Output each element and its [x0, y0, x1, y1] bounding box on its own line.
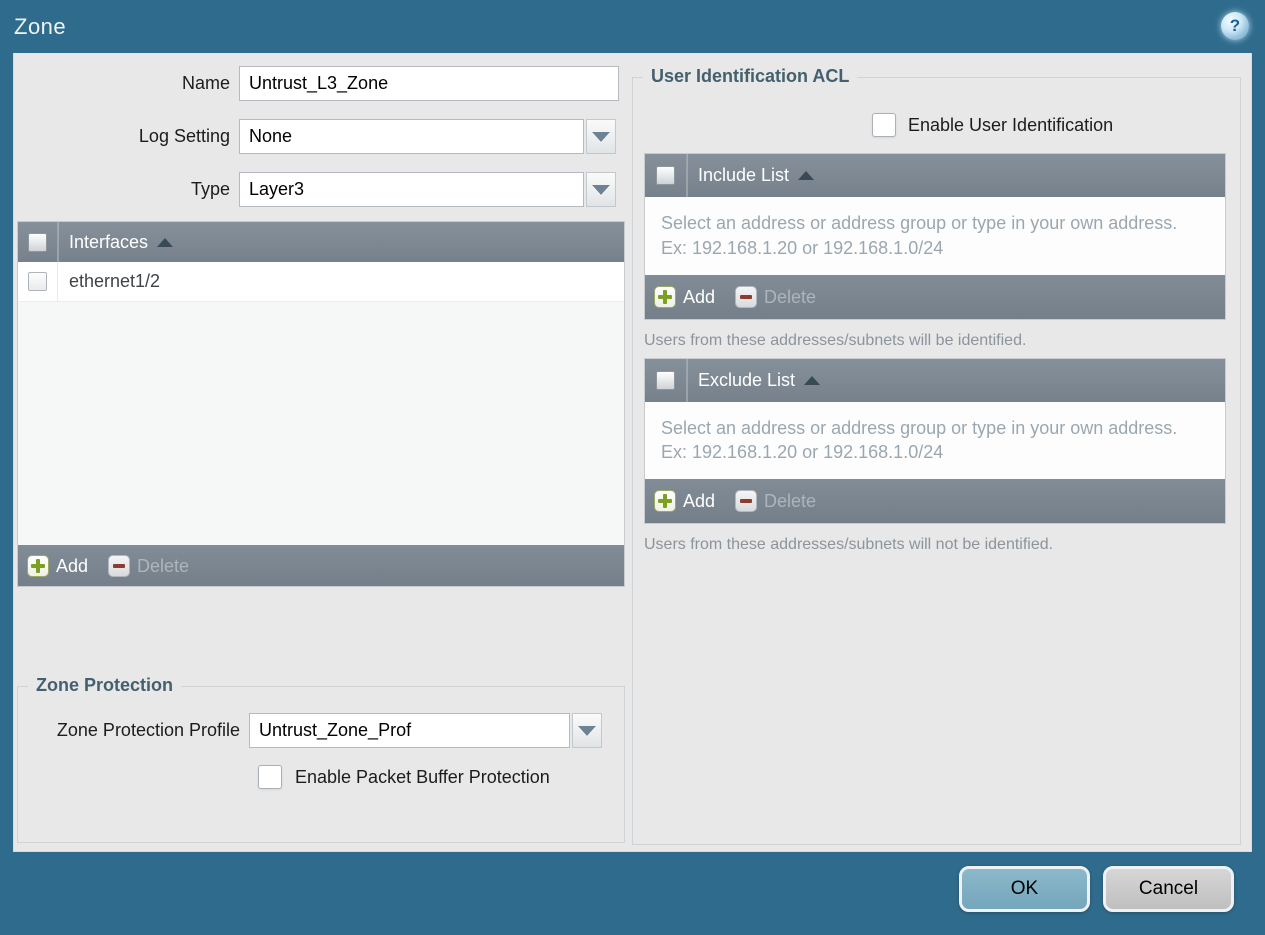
interfaces-select-all-checkbox[interactable] — [28, 232, 47, 252]
interfaces-add-button[interactable]: Add — [27, 554, 88, 577]
include-list-add-button[interactable]: Add — [654, 285, 715, 308]
zone-protection-profile-label: Zone Protection Profile — [56, 720, 240, 740]
interface-name: ethernet1/2 — [69, 271, 161, 291]
include-list-delete-button[interactable]: Delete — [735, 285, 816, 308]
interfaces-table-footer: Add Delete — [18, 545, 624, 586]
add-icon — [27, 554, 49, 577]
enable-user-identification-label: Enable User Identification — [908, 114, 1114, 135]
exclude-list-placeholder: Select an address or address group or ty… — [661, 417, 1178, 463]
include-list-caption: Users from these addresses/subnets will … — [644, 331, 1027, 349]
zone-protection-legend: Zone Protection — [28, 675, 182, 696]
interfaces-table-empty-area — [18, 302, 624, 545]
include-list-placeholder: Select an address or address group or ty… — [661, 213, 1178, 258]
type-dropdown[interactable]: Layer3 — [239, 172, 616, 207]
type-label: Type — [190, 179, 230, 199]
exclude-list-header: Exclude List — [645, 358, 1225, 402]
include-list-header: Include List — [645, 154, 1225, 197]
enable-user-identification-row: Enable User Identification — [644, 112, 1229, 138]
delete-icon — [735, 285, 758, 308]
user-identification-section: User Identification ACL Enable User Iden… — [632, 66, 1241, 845]
include-list-header-label: Include List — [698, 165, 790, 185]
delete-icon — [108, 554, 131, 577]
interfaces-column-header[interactable]: Interfaces — [58, 231, 174, 253]
include-list-table: Include List Select an address or addres… — [644, 153, 1226, 320]
interfaces-table-header: Interfaces — [18, 222, 624, 262]
include-list-body: Select an address or address group or ty… — [645, 197, 1225, 275]
interfaces-table: Interfaces ethernet1/2 Add Delete — [17, 221, 625, 587]
exclude-list-column-header[interactable]: Exclude List — [687, 369, 821, 391]
user-identification-legend: User Identification ACL — [643, 66, 858, 87]
include-list-column-header[interactable]: Include List — [687, 165, 815, 186]
exclude-list-footer: Add Delete — [645, 479, 1225, 524]
dialog-footer: OK Cancel — [959, 866, 1234, 912]
type-dropdown-button[interactable] — [586, 172, 616, 207]
interfaces-delete-button[interactable]: Delete — [108, 554, 189, 577]
type-row: Type Layer3 — [17, 172, 625, 207]
add-icon — [654, 490, 676, 513]
exclude-list-header-label: Exclude List — [698, 369, 796, 390]
interfaces-table-body: ethernet1/2 — [18, 262, 624, 545]
dialog-body: Name Log Setting None Type Layer3 — [13, 53, 1252, 852]
zone-dialog: Zone ? Name Log Setting None Type — [0, 0, 1265, 935]
exclude-list-table: Exclude List Select an address or addres… — [644, 357, 1226, 525]
exclude-list-body: Select an address or address group or ty… — [645, 401, 1225, 480]
help-icon[interactable]: ? — [1221, 12, 1249, 40]
zone-protection-profile-value[interactable]: Untrust_Zone_Prof — [249, 713, 570, 748]
dialog-title: Zone — [14, 13, 67, 39]
log-setting-label: Log Setting — [138, 126, 230, 146]
name-row: Name — [17, 66, 625, 101]
sort-asc-icon — [157, 237, 174, 247]
log-setting-dropdown-button[interactable] — [586, 119, 616, 154]
include-list-footer: Add Delete — [645, 274, 1225, 319]
zone-protection-profile-dropdown-button[interactable] — [572, 713, 602, 748]
log-setting-row: Log Setting None — [17, 119, 625, 154]
exclude-list-add-button[interactable]: Add — [654, 490, 715, 513]
exclude-list-select-all-checkbox[interactable] — [656, 370, 675, 390]
interface-row-checkbox[interactable] — [28, 272, 47, 291]
dialog-titlebar: Zone — [0, 0, 1265, 53]
ok-button[interactable]: OK — [959, 866, 1090, 912]
packet-buffer-checkbox[interactable] — [258, 765, 282, 789]
log-setting-value[interactable]: None — [239, 119, 584, 154]
add-icon — [654, 285, 676, 308]
cancel-button[interactable]: Cancel — [1103, 866, 1234, 912]
name-label: Name — [181, 73, 230, 93]
zone-protection-profile-row: Zone Protection Profile Untrust_Zone_Pro… — [18, 713, 624, 748]
sort-asc-icon — [798, 171, 815, 180]
include-list-select-all-checkbox[interactable] — [656, 166, 675, 185]
interface-row[interactable]: ethernet1/2 — [18, 262, 624, 302]
help-glyph: ? — [1229, 16, 1241, 35]
left-column: Name Log Setting None Type Layer3 — [17, 66, 625, 843]
interfaces-header-label: Interfaces — [69, 231, 149, 252]
sort-asc-icon — [804, 375, 821, 385]
chevron-down-icon — [578, 725, 596, 736]
chevron-down-icon — [592, 184, 610, 195]
type-value[interactable]: Layer3 — [239, 172, 584, 207]
exclude-list-caption: Users from these addresses/subnets will … — [644, 536, 1054, 554]
delete-icon — [735, 490, 758, 513]
name-input[interactable] — [239, 66, 619, 101]
packet-buffer-label: Enable Packet Buffer Protection — [295, 766, 550, 787]
packet-buffer-row: Enable Packet Buffer Protection — [18, 765, 624, 789]
zone-protection-profile-dropdown[interactable]: Untrust_Zone_Prof — [249, 713, 602, 748]
enable-user-identification-checkbox[interactable] — [872, 113, 896, 137]
zone-protection-section: Zone Protection Zone Protection Profile … — [17, 675, 625, 843]
chevron-down-icon — [592, 131, 610, 142]
log-setting-dropdown[interactable]: None — [239, 119, 616, 154]
exclude-list-delete-button[interactable]: Delete — [735, 490, 816, 513]
